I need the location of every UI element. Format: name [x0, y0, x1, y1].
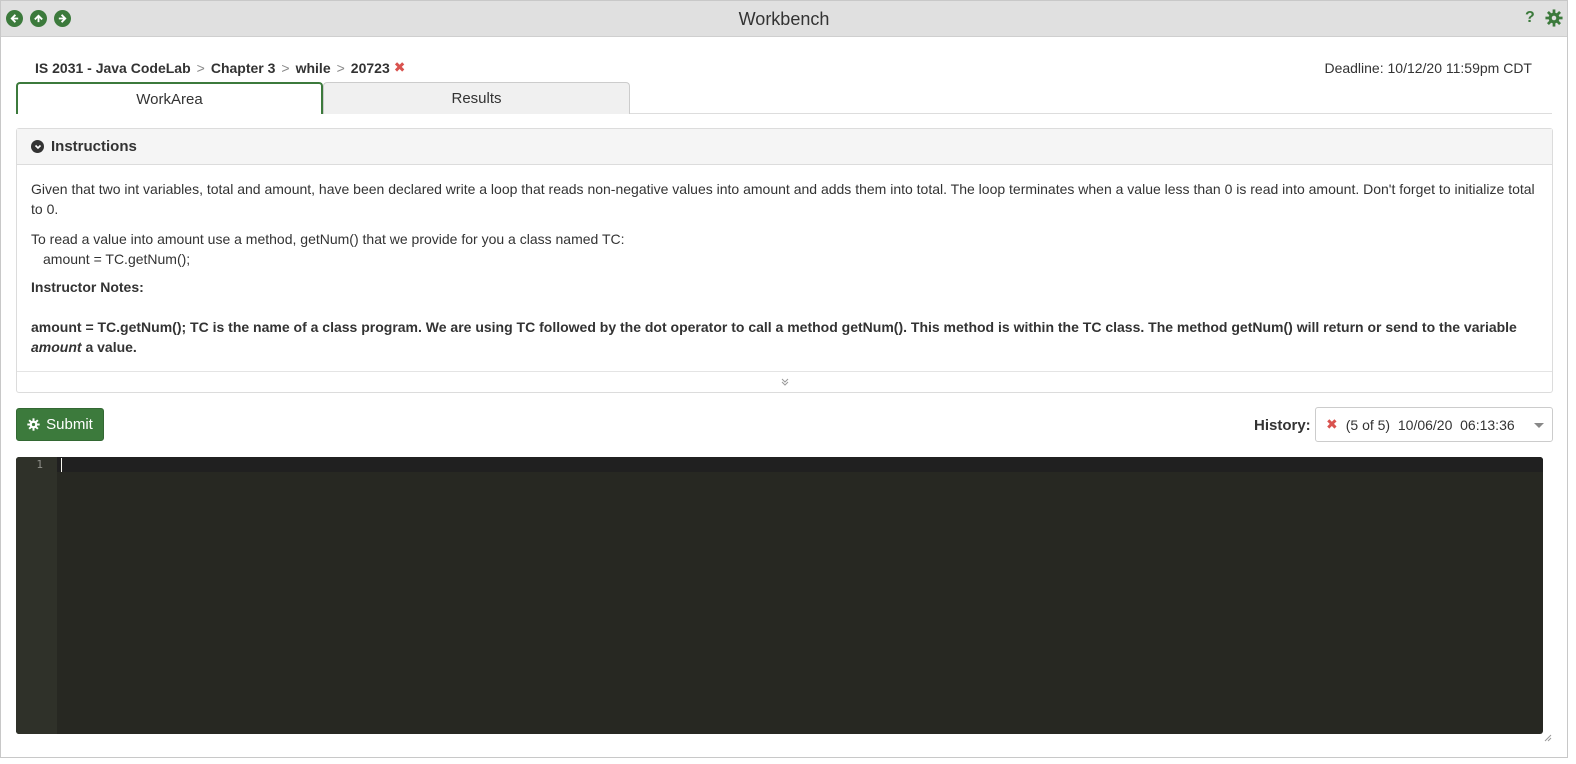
window-title: Workbench — [738, 9, 830, 29]
tab-workarea[interactable]: WorkArea — [16, 82, 323, 114]
resize-grip-icon[interactable] — [1542, 732, 1552, 742]
breadcrumb-course[interactable]: IS 2031 - Java CodeLab — [35, 60, 191, 76]
settings-gear-icon[interactable] — [1545, 9, 1563, 27]
workbench-window: Workbench ? IS 2031 - Java CodeLab > Cha… — [0, 0, 1568, 758]
breadcrumb-section[interactable]: while — [296, 60, 331, 76]
deadline-text: Deadline: 10/12/20 11:59pm CDT — [1324, 60, 1532, 76]
instructions-code-line: amount = TC.getNum(); — [43, 251, 191, 267]
gear-icon — [27, 418, 40, 431]
breadcrumb: IS 2031 - Java CodeLab > Chapter 3 > whi… — [35, 59, 405, 76]
incorrect-x-icon: ✖ — [393, 59, 406, 75]
submit-label: Submit — [46, 416, 93, 433]
line-number: 1 — [36, 458, 43, 471]
expand-handle[interactable] — [17, 371, 1552, 392]
instructions-paragraph: To read a value into amount use a method… — [31, 231, 625, 247]
breadcrumb-separator: > — [336, 59, 345, 76]
title-bar: Workbench ? — [1, 1, 1567, 37]
instructions-header[interactable]: Instructions — [17, 129, 1552, 165]
editor-gutter: 1 — [16, 457, 57, 734]
help-icon[interactable]: ? — [1525, 9, 1535, 27]
chevron-down-circle-icon — [31, 140, 44, 153]
tab-results[interactable]: Results — [323, 82, 630, 114]
instructions-panel: Instructions Given that two int variable… — [16, 128, 1553, 393]
instructions-paragraph: Given that two int variables, total and … — [31, 181, 1535, 217]
instructions-title: Instructions — [51, 138, 137, 155]
history-dropdown[interactable]: ✖ (5 of 5) 10/06/20 06:13:36 — [1315, 407, 1553, 442]
history-selected-value: (5 of 5) 10/06/20 06:13:36 — [1345, 416, 1515, 433]
submit-button[interactable]: Submit — [16, 408, 104, 441]
breadcrumb-chapter[interactable]: Chapter 3 — [211, 60, 276, 76]
instructor-notes-label: Instructor Notes: — [31, 279, 144, 295]
history-label: History: — [1254, 417, 1311, 434]
text-cursor — [61, 458, 62, 472]
caret-down-icon — [1534, 423, 1544, 428]
instructions-body: Given that two int variables, total and … — [17, 165, 1552, 357]
tab-bar: WorkArea Results — [16, 82, 1552, 114]
instructor-notes-text: amount = TC.getNum(); TC is the name of … — [31, 319, 1517, 355]
breadcrumb-separator: > — [196, 59, 205, 76]
incorrect-x-icon: ✖ — [1326, 416, 1338, 432]
double-chevron-down-icon — [781, 378, 788, 386]
code-editor[interactable]: 1 — [16, 457, 1543, 734]
breadcrumb-separator: > — [281, 59, 290, 76]
breadcrumb-exercise: 20723 — [350, 59, 390, 76]
active-line-highlight — [57, 457, 1543, 472]
